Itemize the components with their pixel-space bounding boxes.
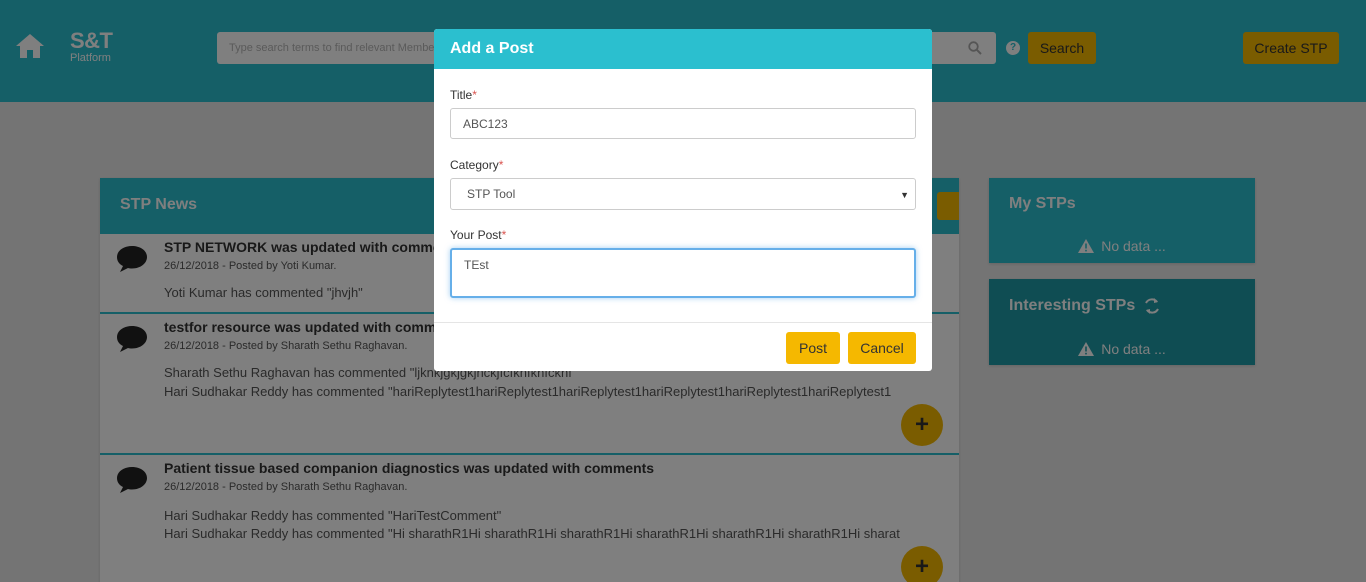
add-post-modal: Add a Post Title* Category* STP Tool ▼ Y… (434, 29, 932, 371)
required-mark: * (501, 228, 507, 242)
cancel-button[interactable]: Cancel (848, 332, 916, 364)
required-mark: * (498, 158, 504, 172)
dropdown-arrow-icon: ▼ (900, 190, 909, 200)
title-input[interactable] (450, 108, 916, 139)
category-select[interactable]: STP Tool ▼ (450, 178, 916, 210)
modal-title: Add a Post (450, 40, 534, 57)
category-label: Category* (450, 158, 503, 172)
category-selected-value: STP Tool (467, 187, 516, 201)
post-textarea[interactable]: TEst (450, 248, 916, 298)
category-label-text: Category (450, 158, 499, 172)
post-label: Your Post* (450, 228, 506, 242)
post-label-text: Your Post (450, 228, 502, 242)
modal-footer: Post Cancel (434, 322, 932, 371)
title-label-text: Title (450, 88, 473, 102)
post-button[interactable]: Post (786, 332, 840, 364)
required-mark: * (472, 88, 477, 102)
modal-header: Add a Post (434, 29, 932, 69)
title-label: Title* (450, 88, 477, 102)
